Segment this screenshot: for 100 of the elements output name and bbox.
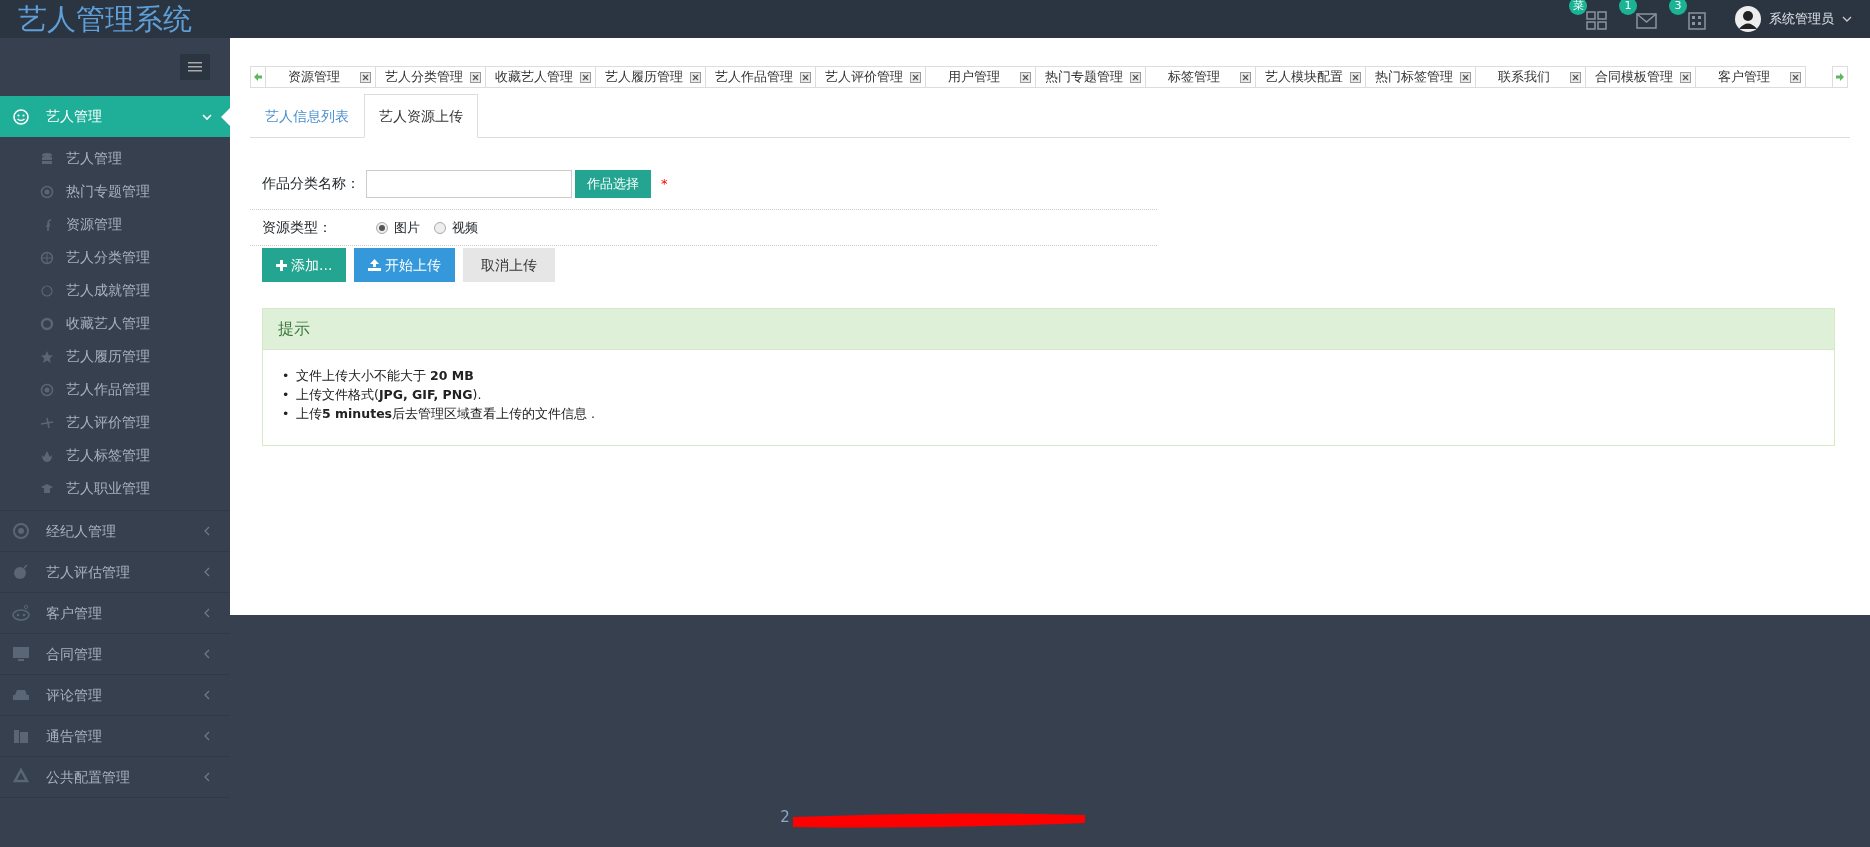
hint-text: 上传文件格式(JPG, GIF, PNG). — [296, 386, 482, 404]
radio-option[interactable]: 图片 — [376, 217, 420, 238]
fax-icon — [12, 727, 30, 745]
bomb-icon — [12, 563, 30, 581]
close-icon[interactable] — [470, 71, 481, 83]
graduation-cap-icon — [40, 481, 54, 496]
category-input[interactable] — [366, 169, 572, 198]
page-tab[interactable]: 热门专题管理 — [1036, 65, 1146, 88]
notification-count: 菜 — [1569, 0, 1587, 15]
app-title: 艺人管理系统 — [18, 1, 192, 38]
sidebar-item[interactable]: 通告管理 — [0, 716, 230, 757]
caret-icon[interactable] — [1842, 15, 1852, 23]
sidebar-subitem[interactable]: 艺人分类管理 — [0, 241, 230, 274]
page-tab[interactable]: 艺人评价管理 — [816, 65, 926, 88]
emblem-icon — [40, 382, 54, 397]
panel-title: 提示 — [278, 319, 310, 338]
choose-work-button[interactable]: 作品选择 — [575, 169, 651, 198]
close-icon[interactable] — [1350, 71, 1361, 83]
close-icon[interactable] — [910, 71, 921, 83]
close-icon[interactable] — [800, 71, 811, 83]
building-icon[interactable] — [1685, 9, 1709, 30]
field-label: 作品分类名称： — [262, 174, 360, 193]
sidebar-subitem[interactable]: 艺人标签管理 — [0, 439, 230, 472]
chevron-left-icon — [202, 772, 212, 782]
close-icon[interactable] — [580, 71, 591, 83]
add-button[interactable]: 添加... — [262, 248, 347, 282]
sidebar-subitem[interactable]: 艺人成就管理 — [0, 274, 230, 307]
sidebar-subitem[interactable]: 热门专题管理 — [0, 175, 230, 208]
page-tab[interactable]: 艺人作品管理 — [706, 65, 816, 88]
chevron-left-icon — [202, 690, 212, 700]
emblem-icon — [12, 522, 30, 540]
sidebar-subitem[interactable]: 艺人管理 — [0, 142, 230, 175]
chevron-left-icon — [202, 731, 212, 741]
start-upload-button[interactable]: 开始上传 — [354, 248, 456, 282]
menu-icon — [188, 61, 202, 73]
page-tab[interactable]: 客户管理 — [1696, 65, 1806, 88]
arrow-left-icon — [253, 71, 263, 82]
page-tab[interactable]: 热门标签管理 — [1366, 65, 1476, 88]
close-icon[interactable] — [1240, 71, 1251, 83]
chevron-left-icon — [202, 649, 212, 659]
footer-text: 2 — [780, 808, 790, 826]
chevron-left-icon — [202, 608, 212, 618]
star-icon — [40, 349, 54, 364]
avatar-icon[interactable] — [1735, 6, 1761, 32]
robot-icon — [12, 604, 30, 622]
close-icon[interactable] — [1020, 71, 1031, 83]
sidebar-subitem[interactable]: 艺人作品管理 — [0, 373, 230, 406]
database-icon — [40, 151, 54, 166]
close-icon[interactable] — [1570, 71, 1581, 83]
content-tab[interactable]: 艺人信息列表 — [250, 94, 364, 138]
hint-text: 上传5 minutes后去管理区域查看上传的文件信息 . — [296, 405, 595, 423]
field-label: 资源类型： — [262, 218, 333, 237]
circle-icon — [40, 283, 54, 298]
sidebar-subitem[interactable]: 艺人评价管理 — [0, 406, 230, 439]
close-icon[interactable] — [1680, 71, 1691, 83]
ring-icon — [40, 316, 54, 331]
bullet-mark: • — [282, 386, 291, 404]
monitor-icon — [12, 645, 30, 663]
required-mark: * — [661, 174, 668, 193]
close-icon[interactable] — [1790, 71, 1801, 83]
arrow-right-icon — [1835, 71, 1845, 82]
page-tab[interactable]: 标签管理 — [1146, 65, 1256, 88]
chevron-left-icon — [202, 567, 212, 577]
page-tab[interactable]: 合同模板管理 — [1586, 65, 1696, 88]
sidebar-item[interactable]: 艺人管理 — [0, 96, 230, 137]
bullet-mark: • — [282, 367, 291, 385]
page-tab[interactable]: 艺人模块配置 — [1256, 65, 1366, 88]
user-name[interactable]: 系统管理员 — [1769, 9, 1834, 29]
sidebar-item[interactable]: 合同管理 — [0, 634, 230, 675]
sidebar-item[interactable]: 客户管理 — [0, 593, 230, 634]
sidebar-subitem[interactable]: 艺人职业管理 — [0, 472, 230, 505]
menu-button[interactable] — [180, 54, 210, 80]
grid-icon[interactable] — [1585, 9, 1609, 30]
sidebar-subitem[interactable]: 资源管理 — [0, 208, 230, 241]
emblem-icon — [40, 184, 54, 199]
notification-count: 3 — [1669, 0, 1687, 15]
radio-option[interactable]: 视频 — [434, 217, 478, 238]
sidebar-subitem[interactable]: 艺人履历管理 — [0, 340, 230, 373]
page-tab[interactable]: 资源管理 — [266, 65, 376, 88]
close-icon[interactable] — [1130, 71, 1141, 83]
chevron-down-icon — [202, 111, 212, 122]
sidebar-item[interactable]: 评论管理 — [0, 675, 230, 716]
notification-count: 1 — [1619, 0, 1637, 15]
page-tab[interactable]: 艺人分类管理 — [376, 65, 486, 88]
sidebar-subitem[interactable]: 收藏艺人管理 — [0, 307, 230, 340]
page-tab[interactable]: 联系我们 — [1476, 65, 1586, 88]
chevron-left-icon — [202, 526, 212, 536]
close-icon[interactable] — [360, 71, 371, 83]
page-tab[interactable]: 收藏艺人管理 — [486, 65, 596, 88]
hint-text: 文件上传大小不能大于 20 MB — [296, 367, 474, 385]
smiley-icon — [12, 107, 30, 126]
cancel-upload-button[interactable]: 取消上传 — [463, 248, 556, 282]
sidebar-item[interactable]: 公共配置管理 — [0, 757, 230, 798]
upload-icon — [368, 259, 382, 271]
content-tab[interactable]: 艺人资源上传 — [364, 94, 478, 138]
close-icon[interactable] — [690, 71, 701, 83]
close-icon[interactable] — [1460, 71, 1471, 83]
bullet-mark: • — [282, 405, 291, 423]
page-tab[interactable]: 艺人履历管理 — [596, 65, 706, 88]
page-tab[interactable]: 用户管理 — [926, 65, 1036, 88]
